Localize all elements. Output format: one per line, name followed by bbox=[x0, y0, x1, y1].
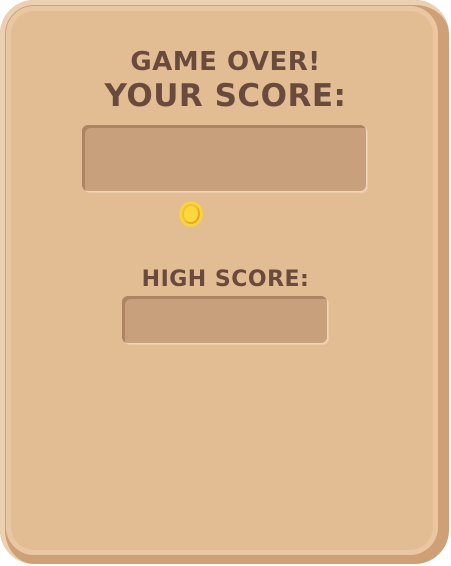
high-score-display bbox=[122, 296, 327, 343]
high-score-label: HIGH SCORE: bbox=[141, 267, 310, 292]
game-over-title: GAME OVER! bbox=[130, 47, 321, 77]
your-score-label: YOUR SCORE: bbox=[104, 78, 347, 114]
score-display bbox=[82, 125, 366, 191]
coin-icon bbox=[179, 201, 203, 227]
